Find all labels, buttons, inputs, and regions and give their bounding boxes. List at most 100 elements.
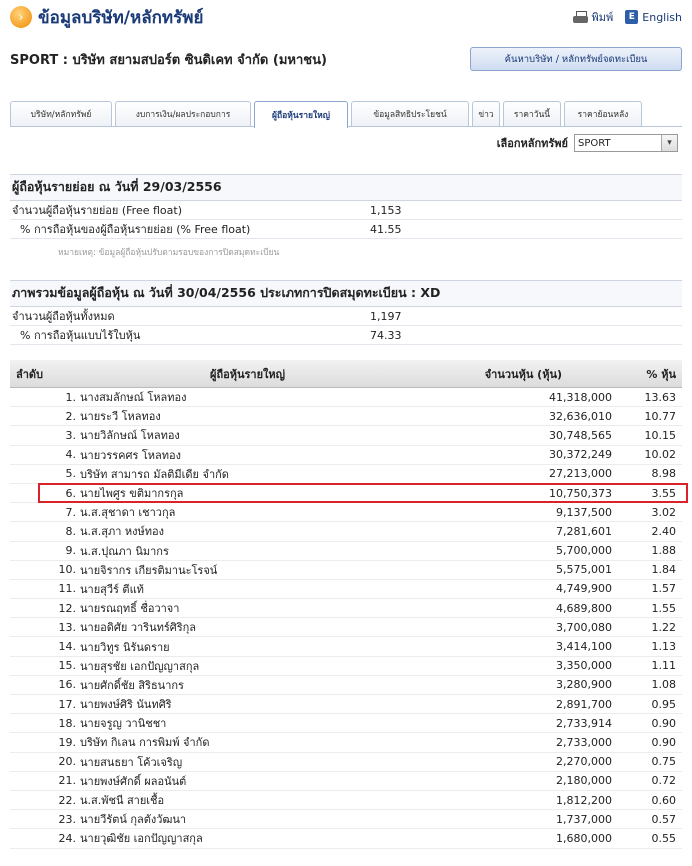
table-row: 8. น.ส.สุภา หงษ์ทอง 7,281,601 2.40 — [10, 522, 682, 542]
percent-cell: 3.02 — [651, 505, 677, 519]
rank-cell: 22. — [58, 793, 77, 807]
table-row: 11. นายสุวีร์ ตีแท้ 4,749,900 1.57 — [10, 580, 682, 600]
percent-cell: 1.13 — [651, 640, 677, 654]
percent-cell: 0.95 — [651, 697, 677, 711]
tab-4[interactable]: ข่าว — [472, 101, 500, 126]
percent-cell: 13.63 — [644, 390, 677, 404]
rank-cell: 1. — [65, 390, 77, 404]
rank-cell: 19. — [58, 735, 77, 749]
rank-cell: 10. — [58, 563, 77, 577]
table-row: 24. นายวุฒิชัย เอกปัญญาสกุล 1,680,000 0.55 — [10, 829, 682, 849]
rank-cell: 18. — [58, 716, 77, 730]
name-cell: น.ส.สุชาดา เชาวกุล — [80, 506, 176, 520]
shares-cell: 10,750,373 — [549, 486, 612, 500]
tab-2[interactable]: ผู้ถือหุ้นรายใหญ่ — [254, 101, 348, 128]
free-float-count-label: จำนวนผู้ถือหุ้นรายย่อย (Free float) — [12, 204, 182, 217]
rank-cell: 7. — [65, 505, 77, 519]
rank-cell: 14. — [58, 640, 77, 654]
shares-cell: 2,891,700 — [556, 697, 612, 711]
percent-cell: 0.75 — [651, 755, 677, 769]
free-float-percent-label: % การถือหุ้นของผู้ถือหุ้นรายย่อย (% Free… — [20, 223, 251, 236]
percent-cell: 1.22 — [651, 620, 677, 634]
table-row: 23. นายวีรัตน์ กุลตังวัฒนา 1,737,000 0.57 — [10, 810, 682, 830]
company-name: SPORT : บริษัท สยามสปอร์ต ซินดิเคท จำกัด… — [10, 52, 327, 68]
print-button[interactable]: พิมพ์ — [572, 8, 614, 26]
header-rank: ลำดับ — [16, 367, 44, 381]
table-row: 1. นางสมลักษณ์ โหลทอง 41,318,000 13.63 — [10, 388, 682, 408]
security-select-value: SPORT — [578, 137, 611, 149]
name-cell: บริษัท กิเลน การพิมพ์ จำกัด — [80, 736, 210, 750]
shares-cell: 2,733,000 — [556, 735, 612, 749]
table-row: 3. นายวิลักษณ์ โหลทอง 30,748,565 10.15 — [10, 426, 682, 446]
percent-cell: 10.77 — [644, 409, 677, 423]
table-row: 4. นายวรรคศร โหลทอง 30,372,249 10.02 — [10, 446, 682, 465]
percent-cell: 8.98 — [651, 467, 677, 481]
search-company-button[interactable]: ค้นหาบริษัท / หลักทรัพย์จดทะเบียน — [470, 47, 682, 71]
rank-cell: 4. — [65, 448, 77, 462]
rank-cell: 11. — [58, 582, 77, 596]
shares-cell: 2,270,000 — [556, 755, 612, 769]
percent-cell: 1.08 — [651, 678, 677, 692]
tab-5[interactable]: ราคาวันนี้ — [503, 101, 561, 126]
name-cell: บริษัท สามารถ มัลติมีเดีย จำกัด — [80, 467, 229, 481]
security-selector: เลือกหลักทรัพย์ SPORT ▾ — [497, 134, 678, 152]
tab-6[interactable]: ราคาย้อนหลัง — [564, 101, 642, 126]
name-cell: นายวรรคศร โหลทอง — [80, 448, 182, 462]
free-float-percent-value: 41.55 — [370, 222, 402, 236]
company-row: SPORT : บริษัท สยามสปอร์ต ซินดิเคท จำกัด… — [0, 34, 692, 84]
name-cell: น.ส.ปุณภา นิมากร — [80, 544, 169, 558]
total-holders-value: 1,197 — [370, 309, 402, 323]
rank-cell: 2. — [65, 409, 77, 423]
table-row: 10. นายจิรากร เกียรติมานะโรจน์ 5,575,001 1.… — [10, 561, 682, 580]
table-row: 22. น.ส.พัชนี สายเชื้อ 1,812,200 0.60 — [10, 791, 682, 811]
scripless-percent-label: % การถือหุ้นแบบไร้ใบหุ้น — [20, 329, 141, 342]
scripless-percent-row: % การถือหุ้นแบบไร้ใบหุ้น 74.33 — [10, 326, 682, 345]
rank-cell: 20. — [58, 755, 77, 769]
chevron-down-icon[interactable]: ▾ — [661, 135, 677, 151]
overview-panel: ภาพรวมข้อมูลผู้ถือหุ้น ณ วันที่ 30/04/25… — [10, 280, 682, 345]
shares-cell: 7,281,601 — [556, 524, 612, 538]
tab-0[interactable]: บริษัท/หลักทรัพย์ — [10, 101, 112, 126]
table-row: 7. น.ส.สุชาดา เชาวกุล 9,137,500 3.02 — [10, 503, 682, 523]
print-label: พิมพ์ — [591, 11, 614, 24]
tab-1[interactable]: งบการเงิน/ผลประกอบการ — [115, 101, 251, 126]
name-cell: นายสนธยา โค้วเจริญ — [80, 755, 183, 769]
table-row: 9. น.ส.ปุณภา นิมากร 5,700,000 1.88 — [10, 542, 682, 561]
free-float-count-row: จำนวนผู้ถือหุ้นรายย่อย (Free float) 1,15… — [10, 201, 682, 220]
percent-cell: 0.57 — [651, 812, 677, 826]
shares-cell: 1,680,000 — [556, 831, 612, 845]
page-title: ข้อมูลบริษัท/หลักทรัพย์ — [38, 7, 204, 28]
english-label: English — [642, 10, 682, 24]
name-cell: นายจรูญ วานิชชา — [80, 717, 167, 731]
name-cell: น.ส.พัชนี สายเชื้อ — [80, 794, 165, 808]
english-button[interactable]: E English — [625, 10, 682, 24]
rank-cell: 5. — [65, 467, 77, 481]
security-selector-label: เลือกหลักทรัพย์ — [496, 137, 568, 150]
name-cell: นายระวี โหลทอง — [80, 410, 161, 424]
shares-cell: 32,636,010 — [549, 409, 612, 423]
percent-cell: 0.90 — [651, 716, 677, 730]
table-row: 17. นายพงษ์ศิริ นันทศิริ 2,891,700 0.95 — [10, 695, 682, 715]
printer-icon — [572, 10, 588, 24]
shares-cell: 2,180,000 — [556, 774, 612, 788]
table-row: 16. นายศักดิ์ชัย สิริธนากร 3,280,900 1.08 — [10, 676, 682, 695]
shares-cell: 3,350,000 — [556, 659, 612, 673]
tab-3[interactable]: ข้อมูลสิทธิประโยชน์ — [351, 101, 469, 126]
header-percent: % หุ้น — [646, 367, 676, 381]
major-shareholders-table: ลำดับ ผู้ถือหุ้นรายใหญ่ จำนวนหุ้น (หุ้น)… — [10, 360, 688, 849]
shares-cell: 4,689,800 — [556, 601, 612, 615]
security-select[interactable]: SPORT ▾ — [574, 134, 678, 152]
percent-cell: 1.88 — [651, 544, 677, 558]
name-cell: นายรณฤทธิ์ ชื่อวาจา — [80, 602, 180, 616]
arrow-circle-icon: › — [10, 6, 32, 28]
shares-cell: 5,700,000 — [556, 544, 612, 558]
name-cell: นายไพศูร ขติมากรกุล — [80, 487, 184, 501]
percent-cell: 0.60 — [651, 793, 677, 807]
table-row: 5. บริษัท สามารถ มัลติมีเดีย จำกัด 27,213,… — [10, 465, 682, 484]
total-holders-row: จำนวนผู้ถือหุ้นทั้งหมด 1,197 — [10, 307, 682, 326]
rank-cell: 6. — [65, 486, 77, 500]
header-shares: จำนวนหุ้น (หุ้น) — [484, 367, 562, 381]
overview-title: ภาพรวมข้อมูลผู้ถือหุ้น ณ วันที่ 30/04/25… — [10, 280, 682, 307]
shares-cell: 3,414,100 — [556, 640, 612, 654]
name-cell: นายพงษ์ศิริ นันทศิริ — [80, 698, 172, 712]
